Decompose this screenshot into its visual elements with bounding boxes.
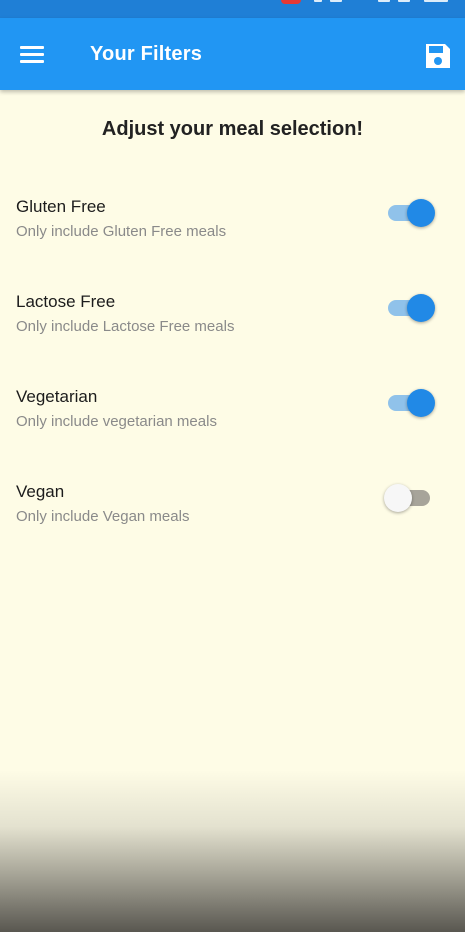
filter-toggle-switch[interactable] xyxy=(383,199,435,227)
battery-icon xyxy=(424,0,448,2)
switch-thumb[interactable] xyxy=(407,389,435,417)
filter-toggle-switch[interactable] xyxy=(383,389,435,417)
wifi-icon xyxy=(378,0,390,2)
filter-subtitle: Only include Vegan meals xyxy=(16,508,190,525)
filter-row[interactable]: Gluten Free Only include Gluten Free meal… xyxy=(0,197,465,267)
notification-icon xyxy=(281,0,301,4)
filter-title: Vegetarian xyxy=(16,387,98,406)
filter-toggle-switch[interactable] xyxy=(383,294,435,322)
filter-title: Vegan xyxy=(16,482,65,501)
app-bar: Your Filters xyxy=(0,18,465,90)
status-bar xyxy=(0,0,465,18)
menu-button[interactable] xyxy=(12,34,52,74)
network-icon xyxy=(330,0,342,2)
section-heading: Adjust your meal selection! xyxy=(101,118,364,140)
switch-thumb[interactable] xyxy=(407,294,435,322)
floppy-disk-save-icon xyxy=(426,44,450,68)
bottom-shade xyxy=(0,770,465,932)
filter-title: Lactose Free xyxy=(16,292,116,311)
switch-thumb[interactable] xyxy=(384,484,412,512)
filter-subtitle: Only include vegetarian meals xyxy=(16,413,217,430)
filter-subtitle: Only include Gluten Free meals xyxy=(16,223,227,240)
filter-subtitle: Only include Lactose Free meals xyxy=(16,318,235,335)
filter-row[interactable]: Vegan Only include Vegan meals xyxy=(0,482,465,552)
save-button[interactable] xyxy=(418,36,458,76)
signal-icon xyxy=(314,0,322,2)
filter-row[interactable]: Vegetarian Only include vegetarian meals xyxy=(0,387,465,457)
switch-thumb[interactable] xyxy=(407,199,435,227)
filter-toggle-switch[interactable] xyxy=(383,484,435,512)
page-title: Your Filters xyxy=(90,43,203,65)
filter-title: Gluten Free xyxy=(16,197,106,216)
cellular-icon xyxy=(398,0,410,2)
filter-row[interactable]: Lactose Free Only include Lactose Free me… xyxy=(0,292,465,362)
